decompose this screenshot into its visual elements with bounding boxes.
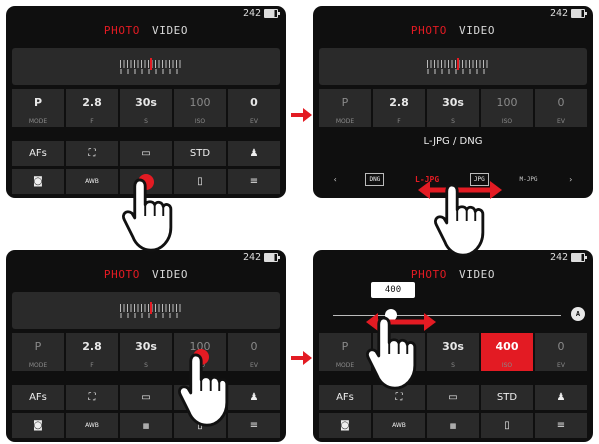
gesture-overlay — [122, 108, 502, 427]
touch-hand-icon — [178, 353, 229, 427]
double-arrow-icon — [366, 313, 436, 331]
double-arrow-icon — [418, 181, 502, 199]
red-arrow-icon — [291, 351, 312, 365]
touch-hand-icon — [434, 183, 485, 257]
red-arrow-icon — [291, 108, 312, 122]
touch-hand-icon — [122, 178, 173, 252]
touch-hand-icon — [366, 316, 417, 390]
